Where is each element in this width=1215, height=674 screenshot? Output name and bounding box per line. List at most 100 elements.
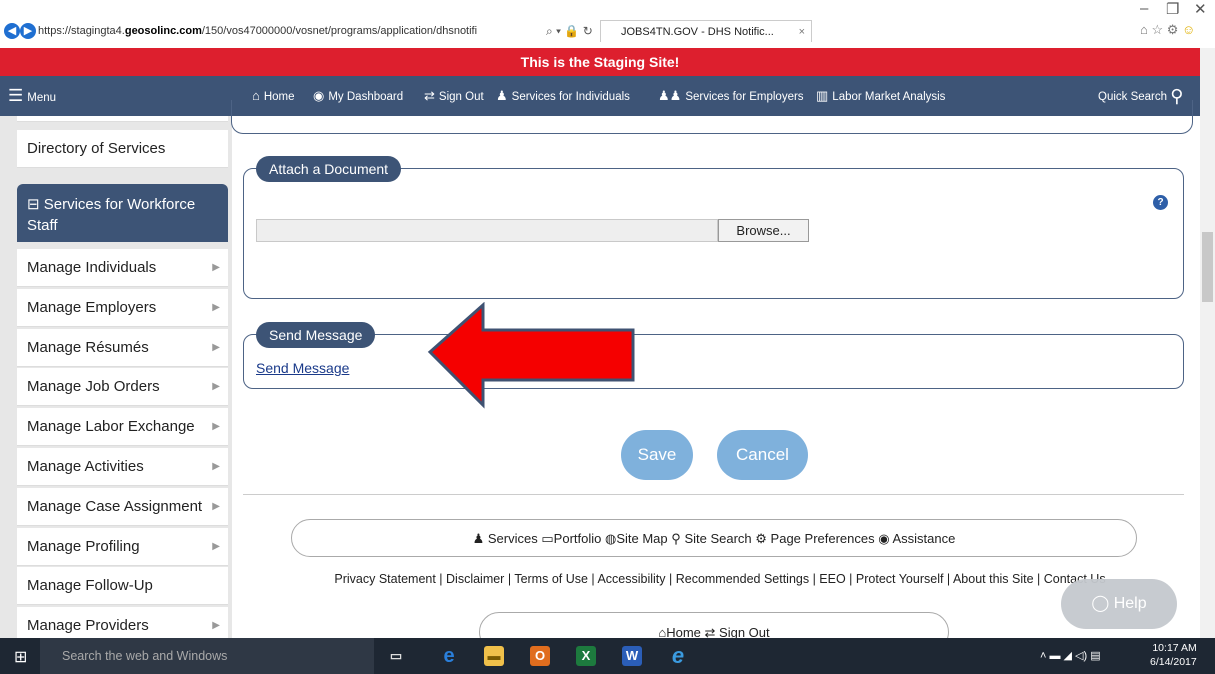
footer-portfolio-label: Portfolio: [553, 531, 602, 546]
footer-sitemap[interactable]: ◍Site Map: [605, 531, 668, 546]
windows-start-icon[interactable]: ⊞: [14, 647, 27, 667]
globe-icon: ◍: [605, 531, 617, 546]
chevron-right-icon: ▶: [212, 381, 220, 393]
sidebar-item-label: Manage Follow-Up: [27, 577, 153, 595]
address-actions-icon[interactable]: ⌕ ▾ 🔒 ↻: [546, 24, 593, 39]
chevron-right-icon: ▶: [212, 421, 220, 433]
sidebar-item[interactable]: Manage Case Assignment ▶: [17, 487, 228, 526]
close-window-icon[interactable]: ✕: [1194, 0, 1207, 18]
sidebar-item[interactable]: Manage Résumés ▶: [17, 328, 228, 367]
footer-assistance-label: Assistance: [892, 531, 956, 546]
sidebar-item[interactable]: Manage Individuals ▶: [17, 249, 228, 287]
browser-chrome: ◀ ▶ https://stagingta4.geosolinc.com/150…: [0, 0, 1215, 48]
sidebar-item[interactable]: Manage Profiling ▶: [17, 527, 228, 566]
footer-services-label: Services: [487, 531, 538, 546]
browse-button[interactable]: Browse...: [718, 219, 809, 242]
footer-sitesearch[interactable]: ⚲ Site Search: [671, 531, 751, 546]
cancel-button[interactable]: Cancel: [717, 430, 808, 480]
send-message-legend: Send Message: [256, 322, 376, 348]
help-button[interactable]: ◯ Help: [1061, 579, 1177, 629]
chevron-right-icon: ▶: [212, 620, 220, 632]
sidebar-item-partial: [17, 116, 228, 122]
divider: [243, 494, 1184, 495]
sidebar-item[interactable]: Manage Providers ▶: [17, 607, 228, 638]
footer-sitesearch-label: Site Search: [684, 531, 752, 546]
internet-explorer-icon[interactable]: e: [668, 645, 688, 667]
taskbar-search[interactable]: Search the web and Windows: [40, 638, 374, 674]
system-tray-icons[interactable]: ˄ ▬ ◢ ◁) ▤: [1040, 649, 1101, 662]
address-bar[interactable]: https://stagingta4.geosolinc.com/150/vos…: [38, 20, 598, 42]
save-button[interactable]: Save: [621, 430, 693, 480]
menu-label: Menu: [27, 92, 57, 104]
sidebar-item[interactable]: Manage Follow-Up: [17, 567, 228, 606]
sidebar-item[interactable]: Manage Activities ▶: [17, 448, 228, 486]
clock-date: 6/14/2017: [1150, 656, 1197, 668]
menu-button[interactable]: ☰ Menu: [8, 76, 56, 118]
sidebar-item[interactable]: Manage Labor Exchange ▶: [17, 408, 228, 447]
chevron-right-icon: ▶: [212, 341, 220, 353]
sidebar-item-label: Manage Activities: [27, 458, 144, 475]
help-label: Help: [1113, 595, 1147, 612]
person-icon: ♟: [472, 531, 485, 546]
footer-prefs[interactable]: ⚙ Page Preferences: [755, 531, 874, 546]
url-rest: /150/vos47000000/vosnet/programs/applica…: [201, 25, 478, 37]
task-view-icon[interactable]: ▭: [386, 646, 406, 666]
page-scrollbar[interactable]: [1200, 48, 1215, 638]
previous-fieldset: [231, 100, 1193, 134]
sidebar-item[interactable]: Manage Employers ▶: [17, 288, 228, 327]
word-icon[interactable]: W: [622, 646, 642, 666]
back-icon[interactable]: ◀: [4, 23, 20, 39]
magnifier-icon: ⚲: [671, 531, 681, 546]
sidebar-item-label: Manage Labor Exchange: [27, 418, 195, 436]
file-path-input[interactable]: [256, 219, 718, 242]
scrollbar-thumb[interactable]: [1202, 232, 1213, 302]
sidebar-item-label: Manage Résumés: [27, 338, 149, 356]
chevron-right-icon: ▶: [212, 500, 220, 512]
legal-links[interactable]: Privacy Statement | Disclaimer | Terms o…: [270, 572, 1170, 586]
tab-close-icon[interactable]: ×: [799, 21, 805, 42]
attach-document-legend: Attach a Document: [256, 156, 402, 182]
footer-assistance[interactable]: ◉ Assistance: [878, 531, 955, 546]
footer-links-bar: ♟ Services ▭Portfolio ◍Site Map ⚲ Site S…: [291, 519, 1137, 557]
chevron-right-icon: ▶: [212, 301, 220, 313]
send-message-link[interactable]: Send Message: [256, 360, 349, 376]
send-message-fieldset: [243, 334, 1184, 389]
sidebar-item-label: Manage Individuals: [27, 259, 157, 276]
sidebar-item-label: Manage Job Orders: [27, 378, 160, 396]
chevron-right-icon: ▶: [212, 540, 220, 552]
footer-prefs-label: Page Preferences: [770, 531, 875, 546]
sidebar-item-label: Directory of Services: [27, 140, 166, 157]
sidebar-item-label: Manage Case Assignment: [27, 497, 203, 515]
question-icon: ◉: [878, 531, 890, 546]
sidebar-section-workforce[interactable]: ⊟ Services for Workforce Staff: [17, 184, 228, 242]
sidebar-item-label: Manage Providers: [27, 617, 149, 635]
footer-portfolio[interactable]: ▭Portfolio: [541, 531, 601, 546]
footer-services[interactable]: ♟ Services: [473, 531, 538, 546]
clock-time: 10:17 AM: [1152, 642, 1197, 654]
smiley-icon[interactable]: ☺: [1182, 22, 1195, 37]
sidebar-item-label: Manage Employers: [27, 298, 157, 316]
outlook-icon[interactable]: O: [530, 646, 550, 666]
wrench-icon: ⚙: [755, 531, 767, 546]
browser-tab[interactable]: JOBS4TN.GOV - DHS Notific... ×: [600, 20, 812, 42]
edge-icon[interactable]: e: [439, 646, 459, 666]
restore-icon[interactable]: ❐: [1166, 0, 1179, 18]
minimize-icon[interactable]: –: [1140, 0, 1148, 17]
folder-icon: ▭: [541, 531, 554, 546]
toolbar-icons[interactable]: ⌂ ☆ ⚙ ☺: [1140, 22, 1195, 38]
forward-icon[interactable]: ▶: [20, 23, 36, 39]
chat-bubble-icon: ◯: [1091, 595, 1110, 612]
windows-taskbar: ⊞ Search the web and Windows ▭ e ▬ O X W…: [0, 638, 1215, 674]
file-explorer-icon[interactable]: ▬: [484, 646, 504, 666]
excel-icon[interactable]: X: [576, 646, 596, 666]
tab-title: JOBS4TN.GOV - DHS Notific...: [621, 26, 774, 38]
chevron-right-icon: ▶: [212, 262, 220, 273]
sidebar: Directory of Services ⊟ Services for Wor…: [0, 116, 232, 638]
help-question-icon[interactable]: ?: [1153, 195, 1168, 210]
url-prefix: https://stagingta4.: [38, 25, 125, 37]
taskbar-clock[interactable]: 10:17 AM 6/14/2017: [1150, 641, 1197, 669]
staging-banner: This is the Staging Site!: [0, 48, 1200, 76]
sidebar-item[interactable]: Manage Job Orders ▶: [17, 368, 228, 407]
red-arrow-annotation: [427, 302, 635, 409]
sidebar-item-directory[interactable]: Directory of Services: [17, 130, 228, 168]
